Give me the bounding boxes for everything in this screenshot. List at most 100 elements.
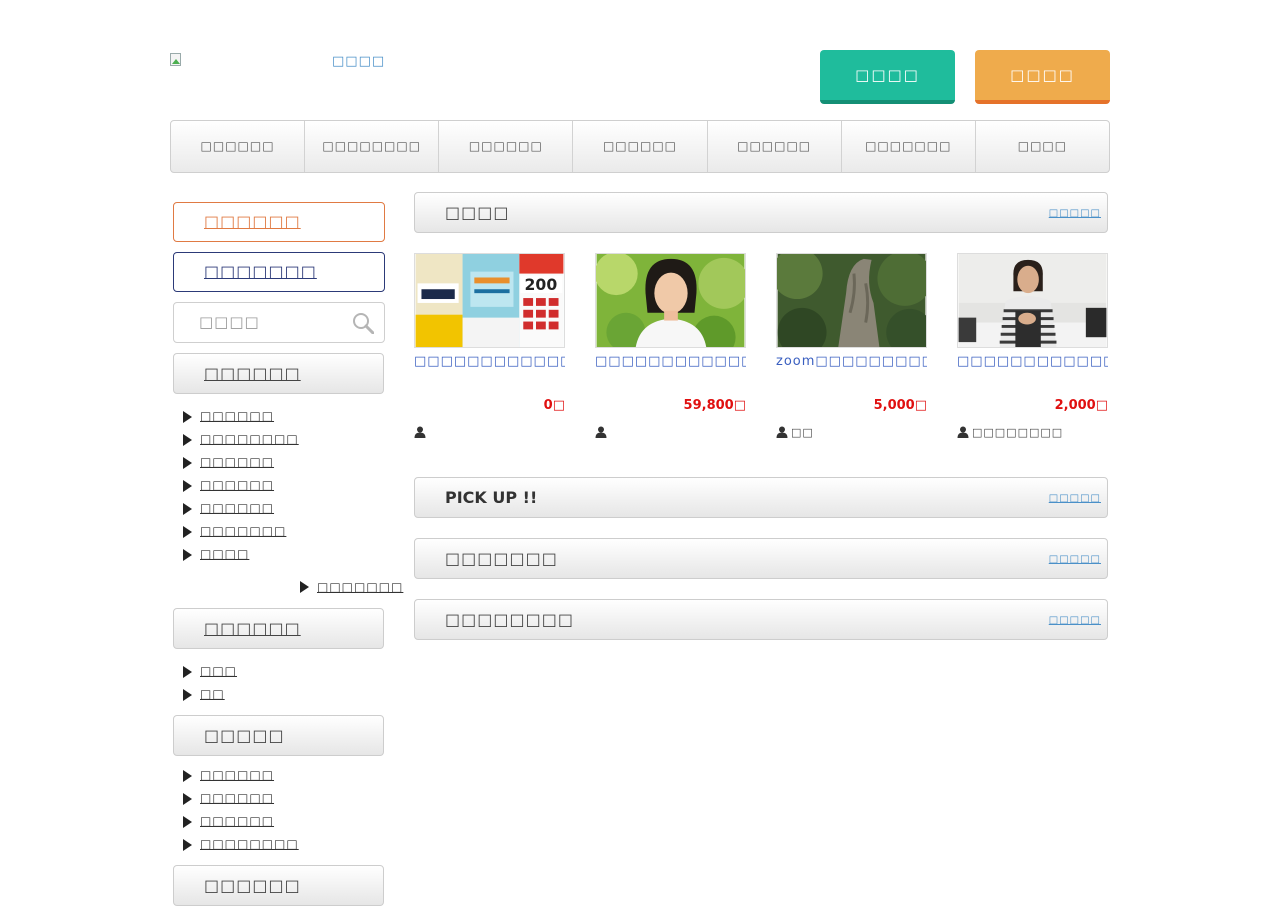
list-item-link[interactable]: □□ [200,683,225,706]
triangle-right-icon [183,815,192,828]
triangle-right-icon [183,665,192,678]
product-title[interactable]: □□□□□□□□□□□□13□ [414,352,565,392]
list-item[interactable]: □□□□□□□ [183,520,299,543]
main-section-header-4: □□□□□□□□ □□□□□ [414,599,1108,640]
triangle-right-icon [183,410,192,423]
logo-alt-text: □□□□ [332,54,386,69]
list-item-link[interactable]: □□□□ [200,543,249,566]
author-name: □□□□□□□□ [972,425,1064,439]
more-link-label[interactable]: □□□□□□□ [317,580,403,594]
list-item-link[interactable]: □□□□□□ [200,787,274,810]
section-more-link[interactable]: □□□□□ [1049,600,1101,641]
search-box[interactable]: □□□□ [173,302,385,343]
nav-item-1[interactable]: □□□□□□ [171,121,306,172]
product-card[interactable]: □□□□□□□□□□□□□□□□□□□□□ 2,000□ □□□□□□□□ [957,253,1108,440]
list-item[interactable]: □□□□□□ [183,451,299,474]
section-title: □□□□□□□□ [445,610,574,629]
list-item-link[interactable]: □□□□□□□ [200,520,286,543]
nav-item-6[interactable]: □□□□□□□ [842,121,976,172]
sidebar-section-title: □□□□□ [204,726,285,745]
triangle-right-icon [183,456,192,469]
list-item[interactable]: □□□□□□ [183,474,299,497]
main-section-header-3: □□□□□□□ □□□□□ [414,538,1108,579]
nav-item-2[interactable]: □□□□□□□□ [305,121,440,172]
product-thumbnail[interactable] [776,253,927,348]
site-logo[interactable]: □□□□ [170,53,384,73]
triangle-right-icon [183,838,192,851]
list-item-link[interactable]: □□□□□□ [200,810,274,833]
broken-image-icon [170,53,184,67]
sidebar-section-header-1[interactable]: □□□□□□ [173,353,384,394]
header-button-green[interactable]: □□□□ [820,50,955,104]
list-item-link[interactable]: □□□□□□ [200,497,274,520]
section-title: □□□□□□□ [445,549,558,568]
list-item-link[interactable]: □□□ [200,660,237,683]
sidebar-section-header-3: □□□□□ [173,715,384,756]
list-item-link[interactable]: □□□□□□ [200,451,274,474]
product-card[interactable]: zoom□□□□□□□□□□□□□□□□□□□□… 5,000□ □□ [776,253,927,440]
main-nav: □□□□□□ □□□□□□□□ □□□□□□ □□□□□□ □□□□□□ □□□… [170,120,1110,173]
product-price: 59,800□ [683,398,746,413]
triangle-right-icon [183,479,192,492]
list-item-link[interactable]: □□□□□□ [200,405,274,428]
list-item[interactable]: □□□ [183,660,237,683]
main-section-header-new: □□□□ □□□□□ [414,192,1108,233]
nav-item-3[interactable]: □□□□□□ [439,121,574,172]
list-item[interactable]: □□□□□□ [183,497,299,520]
svg-text:200: 200 [525,275,558,294]
header-button-orange[interactable]: □□□□ [975,50,1110,104]
list-item[interactable]: □□ [183,683,237,706]
list-item[interactable]: □□□□□□ [183,405,299,428]
triangle-right-icon [183,688,192,701]
main-section-header-pickup: PICK UP !! □□□□□ [414,477,1108,518]
author-name: □□ [791,425,814,439]
list-item-link[interactable]: □□□□□□ [200,474,274,497]
sidebar-section-title[interactable]: □□□□□□ [204,364,301,383]
product-card[interactable]: 200 □□□□□□□□□□□□13□ 0□ [414,253,565,440]
list-item-link[interactable]: □□□□□□□□ [200,428,299,451]
nav-item-5[interactable]: □□□□□□ [708,121,842,172]
product-author: □□ [776,424,927,440]
search-input[interactable]: □□□□ [199,313,260,331]
sidebar-section-title[interactable]: □□□□□□ [204,619,301,638]
person-icon [776,426,788,438]
product-thumbnail[interactable] [595,253,746,348]
nav-item-7[interactable]: □□□□ [976,121,1109,172]
product-title[interactable]: □□□□□□□□□□□□□□□□□□□□□… [595,352,746,392]
triangle-right-icon [183,433,192,446]
section-more-link[interactable]: □□□□□ [1049,539,1101,580]
product-author: □□□□□□□□ [957,424,1108,440]
sidebar-list-2: □□□ □□ [183,660,237,706]
list-item[interactable]: □□□□□□ [183,810,299,833]
product-price: 5,000□ [873,398,927,413]
search-icon[interactable] [352,312,374,334]
product-price: 0□ [543,398,565,413]
list-item-link[interactable]: □□□□□□□□ [200,833,299,856]
sidebar-button-orange[interactable]: □□□□□□ [173,202,385,242]
product-thumbnail[interactable]: 200 [414,253,565,348]
list-item[interactable]: □□□□□□ [183,787,299,810]
triangle-right-icon [183,769,192,782]
product-title[interactable]: □□□□□□□□□□□□□□□□□□□□□ [957,352,1108,392]
list-item[interactable]: □□□□□□ [183,764,299,787]
triangle-right-icon [183,548,192,561]
sidebar-button-navy[interactable]: □□□□□□□ [173,252,385,292]
sidebar-section-header-2[interactable]: □□□□□□ [173,608,384,649]
list-item[interactable]: □□□□□□□□ [183,833,299,856]
product-title[interactable]: zoom□□□□□□□□□□□□□□□□□□□□… [776,352,927,392]
list-item[interactable]: □□□□ [183,543,299,566]
product-thumbnail[interactable] [957,253,1108,348]
list-item-link[interactable]: □□□□□□ [200,764,274,787]
section-more-link[interactable]: □□□□□ [1049,478,1101,519]
section-more-link[interactable]: □□□□□ [1049,193,1101,234]
product-card[interactable]: □□□□□□□□□□□□□□□□□□□□□… 59,800□ [595,253,746,440]
section-title: PICK UP !! [445,488,538,507]
person-icon [595,426,607,438]
triangle-right-icon [300,581,309,593]
sidebar-more-link[interactable]: □□□□□□□ [300,577,403,597]
triangle-right-icon [183,792,192,805]
nav-item-4[interactable]: □□□□□□ [573,121,708,172]
list-item[interactable]: □□□□□□□□ [183,428,299,451]
person-icon [414,426,426,438]
sidebar-list-1: □□□□□□ □□□□□□□□ □□□□□□ □□□□□□ □□□□□□ □□□… [183,405,299,566]
